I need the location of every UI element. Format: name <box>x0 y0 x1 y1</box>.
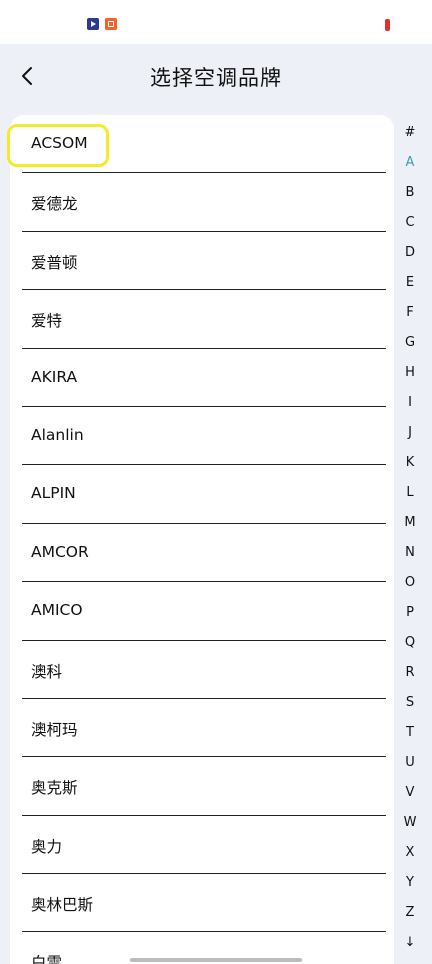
brand-name: ACSOM <box>31 134 88 152</box>
page-title: 选择空调品牌 <box>150 66 282 90</box>
index-letter[interactable]: A <box>396 148 424 178</box>
index-letter[interactable]: U <box>396 748 424 778</box>
index-letter[interactable]: F <box>396 298 424 328</box>
index-letter[interactable]: P <box>396 598 424 628</box>
brand-name: 奥林巴斯 <box>31 896 94 915</box>
home-indicator <box>130 958 302 962</box>
index-letter[interactable]: D <box>396 238 424 268</box>
brand-name: 奥力 <box>31 837 63 856</box>
index-letter[interactable]: X <box>396 838 424 868</box>
index-letter[interactable]: ↓ <box>396 928 424 958</box>
header: 选择空调品牌 <box>0 44 432 110</box>
brand-name: AKIRA <box>31 367 78 386</box>
brand-name: 爱普顿 <box>31 253 78 272</box>
brand-name: 爱特 <box>31 312 63 331</box>
index-letter[interactable]: M <box>396 508 424 538</box>
brand-list-item[interactable]: 爱德龙 <box>22 173 386 232</box>
index-letter[interactable]: L <box>396 478 424 508</box>
index-letter[interactable]: C <box>396 208 424 238</box>
brand-list-item[interactable]: ACSOM <box>22 115 386 174</box>
index-letter[interactable]: H <box>396 358 424 388</box>
brand-list-item[interactable]: AMCOR <box>22 524 386 583</box>
brand-name: Alanlin <box>31 425 84 444</box>
index-letter[interactable]: Q <box>396 628 424 658</box>
index-letter[interactable]: J <box>396 418 424 448</box>
brand-name: 澳柯玛 <box>31 720 78 739</box>
brand-list-item[interactable]: 奥林巴斯 <box>22 874 386 933</box>
index-letter[interactable]: T <box>396 718 424 748</box>
brand-name: AMCOR <box>31 542 89 561</box>
index-letter[interactable]: V <box>396 778 424 808</box>
brand-name: 白雪 <box>31 954 63 964</box>
brand-name: 奥克斯 <box>31 779 78 798</box>
index-letter[interactable]: Y <box>396 868 424 898</box>
brand-list-item[interactable]: 爱普顿 <box>22 232 386 291</box>
brand-list-item[interactable]: AKIRA <box>22 349 386 407</box>
battery-icon <box>385 19 390 31</box>
alphabet-index-bar[interactable]: # A B C D E F G H I J K L M N O P Q R S T U V W X Y Z ↓ <box>396 118 424 958</box>
brand-list-item[interactable]: 澳柯玛 <box>22 699 386 758</box>
brand-list-item[interactable]: 奥克斯 <box>22 757 386 816</box>
status-bar <box>0 0 432 44</box>
index-letter[interactable]: S <box>396 688 424 718</box>
brand-list-item[interactable]: AMICO <box>22 582 386 641</box>
brand-name: AMICO <box>31 601 83 620</box>
index-letter[interactable]: Z <box>396 898 424 928</box>
brand-list-card: ACSOM 爱德龙爱普顿爱特 AKIRA Alanlin ALPIN AMCOR AMICO… <box>10 115 394 964</box>
brand-list-item[interactable]: Alanlin <box>22 407 386 466</box>
brand-list-item[interactable]: 爱特 <box>22 290 386 349</box>
brand-list-item[interactable]: 奥力 <box>22 816 386 875</box>
brand-list-item[interactable]: 澳科 <box>22 641 386 699</box>
index-letter[interactable]: E <box>396 268 424 298</box>
brand-name: ALPIN <box>31 484 76 503</box>
video-app-icon <box>87 18 99 30</box>
index-letter[interactable]: R <box>396 658 424 688</box>
index-letter[interactable]: # <box>396 118 424 148</box>
index-letter[interactable]: I <box>396 388 424 418</box>
brand-list-item[interactable]: ALPIN <box>22 465 386 524</box>
index-letter[interactable]: W <box>396 808 424 838</box>
index-letter[interactable]: K <box>396 448 424 478</box>
index-letter[interactable]: G <box>396 328 424 358</box>
index-letter[interactable]: B <box>396 178 424 208</box>
brand-list: ACSOM 爱德龙爱普顿爱特 AKIRA Alanlin ALPIN AMCOR AMICO… <box>10 115 394 964</box>
index-letter[interactable]: N <box>396 538 424 568</box>
brand-name: 爱德龙 <box>31 195 78 214</box>
notification-app-icon <box>105 18 117 30</box>
index-letter[interactable]: O <box>396 568 424 598</box>
brand-name: 澳科 <box>31 662 63 681</box>
